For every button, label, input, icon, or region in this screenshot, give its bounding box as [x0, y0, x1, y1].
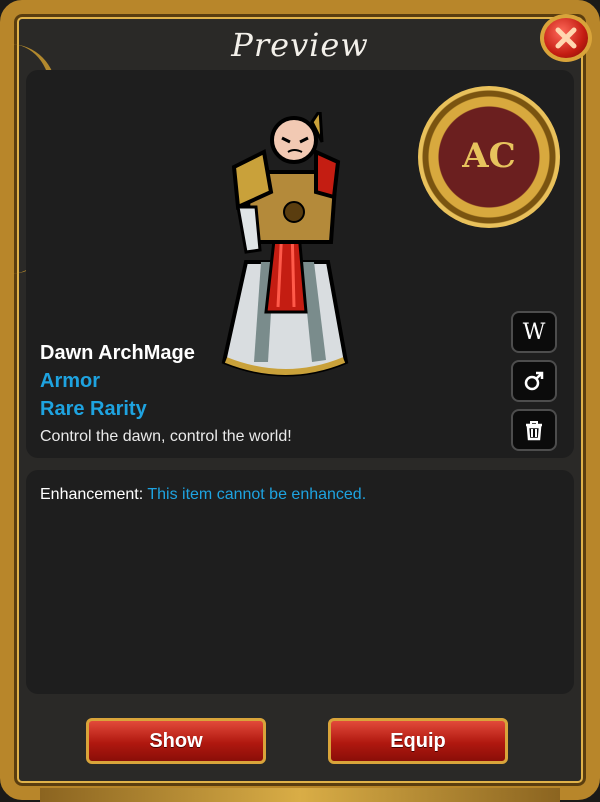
item-info: Dawn ArchMage Armor Rare Rarity Control …	[40, 342, 292, 446]
show-button[interactable]: Show	[86, 718, 266, 764]
enhancement-info: Enhancement: This item cannot be enhance…	[40, 486, 366, 504]
item-description: Control the dawn, control the world!	[40, 428, 292, 445]
show-button-label: Show	[149, 729, 203, 752]
enhancement-value: This item cannot be enhanced.	[147, 486, 367, 503]
male-symbol-icon	[524, 371, 544, 391]
item-rarity: Rare Rarity	[40, 398, 147, 420]
item-type: Armor	[40, 370, 101, 392]
equip-button-label: Equip	[390, 729, 446, 752]
wiki-button[interactable]: W	[511, 311, 557, 353]
close-button[interactable]	[540, 14, 592, 62]
gender-toggle-button[interactable]	[511, 360, 557, 402]
close-icon	[555, 27, 577, 49]
enhancement-label: Enhancement:	[40, 486, 144, 503]
item-name: Dawn ArchMage	[40, 342, 195, 364]
delete-button[interactable]	[511, 409, 557, 451]
equip-button[interactable]: Equip	[328, 718, 508, 764]
ac-coin-icon: AC	[418, 86, 560, 228]
trash-icon	[526, 421, 542, 441]
wiki-label: W	[522, 319, 546, 345]
window-title: Preview	[231, 26, 369, 64]
